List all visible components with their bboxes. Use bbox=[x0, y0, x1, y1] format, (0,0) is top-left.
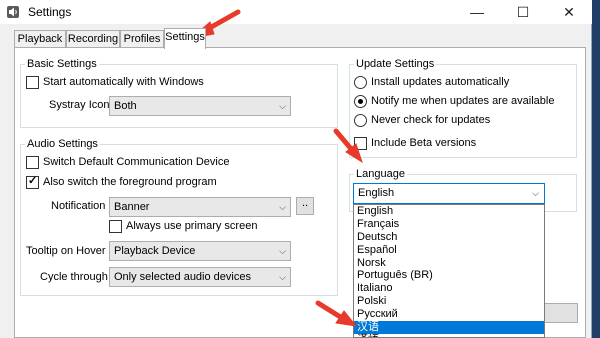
arrow-to-language-icon bbox=[333, 128, 363, 164]
arrow-to-chinese-option-icon bbox=[315, 300, 358, 327]
annotation-arrows bbox=[190, 9, 363, 327]
tab-settings[interactable]: Settings bbox=[164, 28, 206, 49]
